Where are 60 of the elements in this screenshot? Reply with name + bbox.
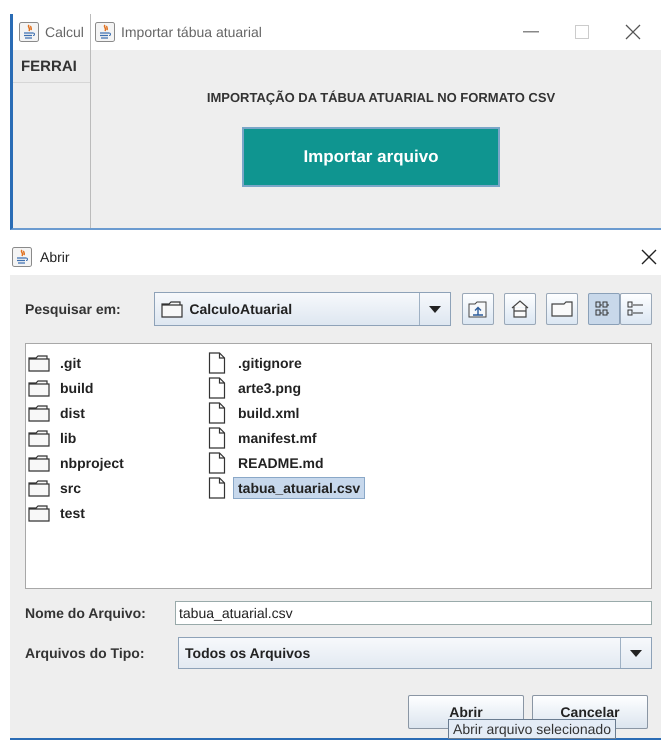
- dropdown-value: Todos os Arquivos: [184, 645, 312, 661]
- file-list-item[interactable]: dist: [55, 402, 90, 424]
- dropdown-value: CalculoAtuarial: [189, 301, 292, 317]
- folder-icon: [28, 354, 50, 372]
- window-title: Calcul: [45, 24, 84, 40]
- java-icon: [12, 246, 32, 266]
- menu-item[interactable]: FERRAI: [21, 58, 77, 74]
- import-file-button[interactable]: Importar arquivo: [242, 127, 500, 187]
- field-label: Arquivos do Tipo:: [25, 645, 146, 661]
- folder-icon: [28, 404, 50, 422]
- home-button[interactable]: [504, 293, 536, 325]
- file-list-item[interactable]: manifest.mf: [233, 426, 322, 448]
- java-icon: [19, 22, 39, 42]
- close-icon: [641, 248, 657, 264]
- folder-dropdown[interactable]: CalculoAtuarial: [154, 292, 451, 326]
- file-list-item[interactable]: lib: [55, 426, 82, 448]
- close-button[interactable]: [641, 248, 657, 264]
- details-view-icon: [626, 300, 646, 318]
- file-list-item[interactable]: tabua_atuarial.csv: [233, 476, 366, 498]
- home-icon: [510, 300, 530, 318]
- folder-icon: [28, 428, 50, 446]
- file-list-item[interactable]: build.xml: [233, 402, 304, 424]
- tooltip: Abrir arquivo selecionado: [448, 719, 616, 739]
- up-folder-button[interactable]: [462, 293, 494, 325]
- folder-icon: [161, 300, 184, 318]
- details-view-button[interactable]: [620, 293, 652, 325]
- file-list-item[interactable]: test: [55, 502, 90, 524]
- list-view-button[interactable]: [588, 293, 620, 325]
- file-icon: [208, 402, 226, 424]
- file-list-item[interactable]: README.md: [233, 452, 329, 474]
- dialog-heading: IMPORTAÇÃO DA TÁBUA ATUARIAL NO FORMATO CSV: [206, 90, 556, 105]
- field-label: Pesquisar em:: [25, 301, 122, 317]
- folder-icon: [28, 378, 50, 396]
- file-list-item[interactable]: arte3.png: [233, 376, 306, 398]
- file-type-dropdown[interactable]: Todos os Arquivos: [178, 637, 652, 669]
- close-icon[interactable]: [625, 24, 641, 40]
- dropdown-arrow-icon: [630, 650, 642, 656]
- window-title: Abrir: [40, 248, 70, 264]
- field-label: Nome do Arquivo:: [25, 605, 147, 621]
- file-list-item[interactable]: nbproject: [55, 452, 129, 474]
- file-list-item[interactable]: .git: [55, 352, 86, 374]
- folder-icon: [28, 478, 50, 496]
- file-name-field[interactable]: tabua_atuarial.csv: [175, 601, 652, 625]
- file-icon: [208, 452, 226, 474]
- folder-icon: [28, 504, 50, 522]
- dropdown-arrow-icon: [429, 306, 441, 312]
- java-icon: [95, 22, 115, 42]
- new-folder-button[interactable]: [546, 293, 578, 325]
- minimize-button[interactable]: [523, 31, 539, 33]
- folder-icon: [551, 301, 573, 317]
- file-list-item[interactable]: .gitignore: [233, 352, 307, 374]
- file-icon: [208, 352, 226, 374]
- file-icon: [208, 426, 226, 448]
- file-list-item[interactable]: build: [55, 376, 98, 398]
- file-list-item[interactable]: src: [55, 476, 86, 498]
- window-title: Importar tábua atuarial: [121, 24, 262, 40]
- file-icon: [208, 476, 226, 498]
- file-icon: [208, 376, 226, 398]
- folder-icon: [28, 454, 50, 472]
- folder-up-icon: [468, 300, 488, 318]
